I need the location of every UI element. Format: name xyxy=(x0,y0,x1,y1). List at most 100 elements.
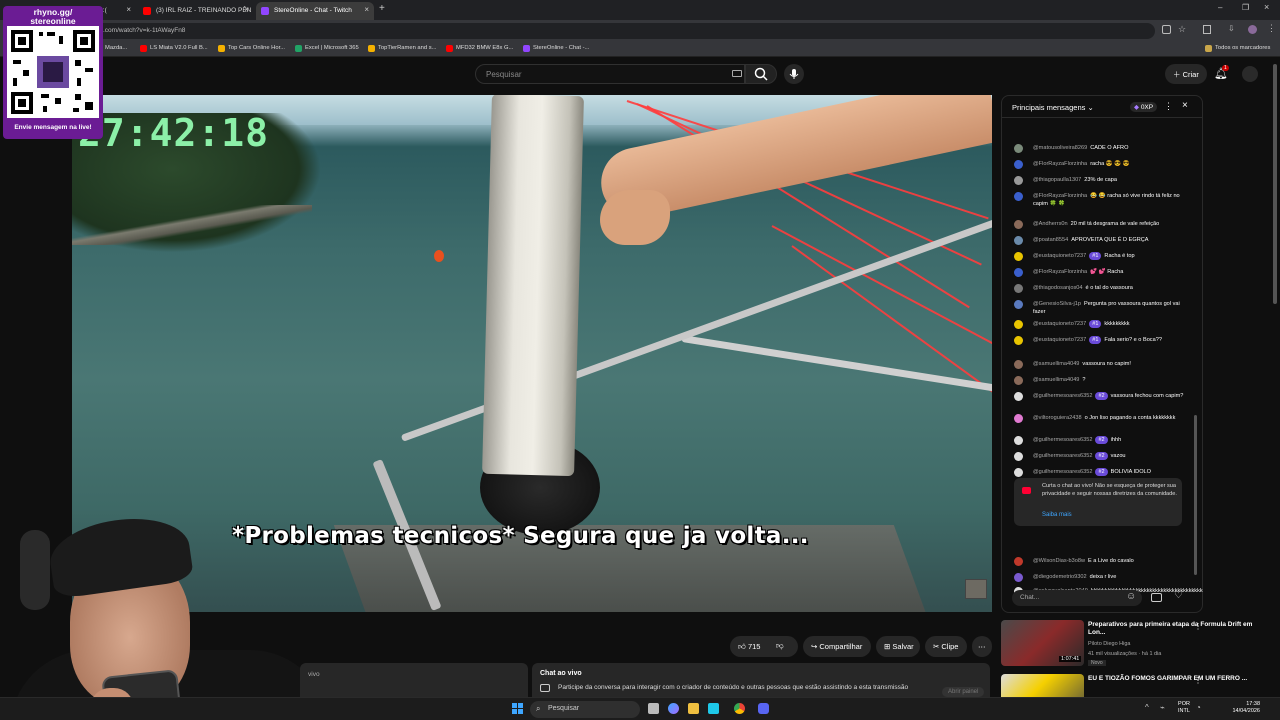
search-input[interactable]: Pesquisar xyxy=(475,64,745,84)
chat-author-name[interactable]: @eustaquioneto7237 xyxy=(1033,321,1086,327)
user-avatar[interactable] xyxy=(1242,66,1258,82)
chat-author-name[interactable]: @eustaquioneto7237 xyxy=(1033,337,1086,343)
page-scrollbar[interactable] xyxy=(1273,64,1277,304)
browser-menu-icon[interactable]: ⋮ xyxy=(1267,23,1276,34)
extensions-icon[interactable] xyxy=(1203,25,1211,34)
discord-icon[interactable] xyxy=(758,703,769,714)
chat-author-avatar[interactable] xyxy=(1014,160,1023,169)
chat-author-avatar[interactable] xyxy=(1014,236,1023,245)
chat-author-avatar[interactable] xyxy=(1014,436,1023,445)
video-options-icon[interactable]: ⋮ xyxy=(1194,676,1202,685)
chat-author-avatar[interactable] xyxy=(1014,573,1023,582)
suggested-video[interactable]: 1:07:41 Preparativos para primeira etapa… xyxy=(1001,620,1271,670)
chat-author-avatar[interactable] xyxy=(1014,336,1023,345)
wifi-icon[interactable]: ◔ xyxy=(1196,703,1201,712)
bookmark-star-icon[interactable]: ☆ xyxy=(1178,24,1186,35)
chat-author-avatar[interactable] xyxy=(1014,252,1023,261)
chat-author-name[interactable]: @poatan8554 xyxy=(1033,237,1068,243)
thumbs-down-icon[interactable]: 👎︎ xyxy=(776,641,784,651)
close-chat-icon[interactable]: × xyxy=(1182,100,1188,111)
browser-tab-3[interactable]: StereOnline - Chat - Twitch × xyxy=(256,2,374,20)
voice-search-button[interactable] xyxy=(784,64,804,84)
chat-author-avatar[interactable] xyxy=(1014,268,1023,277)
downloads-icon[interactable]: ⇩ xyxy=(1228,24,1235,33)
suggested-video[interactable]: EU E TIOZÃO FOMOS GARIMPAR EM UM FERRO .… xyxy=(1001,674,1271,698)
chat-mode-dropdown[interactable]: Principais mensagens ⌄ xyxy=(1012,103,1094,112)
super-chat-icon[interactable] xyxy=(1151,593,1162,602)
copilot-icon[interactable] xyxy=(668,703,679,714)
bookmark-item[interactable]: TopTierRamen and s... xyxy=(368,45,436,52)
edge-icon[interactable] xyxy=(708,703,719,714)
more-actions-button[interactable]: ⋯ xyxy=(972,636,992,657)
chat-author-avatar[interactable] xyxy=(1014,144,1023,153)
chat-author-name[interactable]: @guilhermesoares6352 xyxy=(1033,437,1092,443)
chat-author-avatar[interactable] xyxy=(1014,320,1023,329)
chat-author-name[interactable]: @diegodemetrio9302 xyxy=(1033,574,1087,580)
bookmark-item[interactable]: LS Miata V2.0 Full B... xyxy=(140,45,208,52)
search-button[interactable] xyxy=(745,64,777,84)
chat-author-avatar[interactable] xyxy=(1014,468,1023,477)
bookmark-item[interactable]: Top Cars Online Hor... xyxy=(218,45,285,52)
emoji-icon[interactable]: ☺ xyxy=(1126,591,1136,602)
video-options-icon[interactable]: ⋮ xyxy=(1194,622,1202,631)
chat-author-name[interactable]: @viltoroguiera2438 xyxy=(1033,415,1082,421)
close-tab-icon[interactable]: × xyxy=(126,5,131,14)
chat-author-avatar[interactable] xyxy=(1014,376,1023,385)
network-icon[interactable]: ⌁ xyxy=(1160,703,1165,712)
input-language[interactable]: POR INTL xyxy=(1176,701,1192,715)
browser-tab-2[interactable]: (3) IRL RAIZ - TREINANDO PÊN × xyxy=(138,2,254,20)
heart-icon[interactable]: ♡ xyxy=(1174,590,1183,601)
chat-author-name[interactable]: @FlorRayzaFlorzinha xyxy=(1033,193,1087,199)
chat-author-name[interactable]: @guilhermesoares6352 xyxy=(1033,453,1092,459)
bookmark-item[interactable]: Excel | Microsoft 365 xyxy=(295,45,359,52)
taskbar-clock[interactable]: 17:38 14/04/2026 xyxy=(1212,701,1260,715)
chat-author-name[interactable]: @eustaquioneto7237 xyxy=(1033,253,1086,259)
learn-more-link[interactable]: Saiba mais xyxy=(1042,512,1072,518)
chat-author-avatar[interactable] xyxy=(1014,392,1023,401)
open-chat-panel-button[interactable]: Abrir painel xyxy=(942,687,985,697)
like-button[interactable]: 👍︎ 715 👎︎ xyxy=(730,636,798,657)
chat-author-avatar[interactable] xyxy=(1014,284,1023,293)
chat-author-name[interactable]: @guilhermesoares6352 xyxy=(1033,393,1092,399)
chat-author-name[interactable]: @matousoliveira8269 xyxy=(1033,145,1087,151)
keyboard-icon[interactable] xyxy=(732,70,742,77)
bookmark-item[interactable]: StereOnline - Chat -... xyxy=(523,45,589,52)
chat-scrollbar[interactable] xyxy=(1194,415,1197,575)
cast-icon[interactable] xyxy=(1162,25,1171,34)
chat-author-name[interactable]: @Andherrs0n xyxy=(1033,221,1068,227)
task-view-icon[interactable] xyxy=(648,703,659,714)
clip-button[interactable]: ✂ Clipe xyxy=(925,636,967,657)
all-bookmarks-folder[interactable]: Todos os marcadores xyxy=(1205,45,1270,52)
profile-avatar[interactable] xyxy=(1248,25,1257,34)
chat-author-avatar[interactable] xyxy=(1014,192,1023,201)
chrome-icon[interactable] xyxy=(734,703,745,714)
chat-author-name[interactable]: @WilsonDias-b3o8w xyxy=(1033,558,1085,564)
chat-author-name[interactable]: @samuellima4049 xyxy=(1033,377,1079,383)
chat-author-name[interactable]: @thiagodosanjos04 xyxy=(1033,285,1083,291)
chat-author-avatar[interactable] xyxy=(1014,452,1023,461)
chat-author-avatar[interactable] xyxy=(1014,414,1023,423)
share-button[interactable]: ↪ Compartilhar xyxy=(803,636,871,657)
tray-chevron-icon[interactable]: ^ xyxy=(1145,703,1149,712)
new-tab-button[interactable]: + xyxy=(379,3,385,14)
chat-options-icon[interactable]: ⋮ xyxy=(1164,101,1173,112)
windows-start-icon[interactable] xyxy=(512,703,523,714)
chat-author-avatar[interactable] xyxy=(1014,220,1023,229)
chat-author-avatar[interactable] xyxy=(1014,300,1023,309)
taskbar-search[interactable]: ⌕ Pesquisar xyxy=(530,701,640,718)
bookmark-item[interactable]: MFD32 BMW E8x G... xyxy=(446,45,513,52)
close-tab-icon[interactable]: × xyxy=(364,5,369,14)
chat-author-name[interactable]: @FlorRayzaFlorzinha xyxy=(1033,161,1087,167)
minimize-icon[interactable]: – xyxy=(1218,3,1222,12)
close-tab-icon[interactable]: × xyxy=(244,5,249,14)
chat-author-avatar[interactable] xyxy=(1014,176,1023,185)
chat-author-name[interactable]: @guilhermesoares6352 xyxy=(1033,469,1092,475)
create-button[interactable]: ＋ Criar xyxy=(1165,64,1207,84)
chat-author-name[interactable]: @samuellima4049 xyxy=(1033,361,1079,367)
chat-author-name[interactable]: @GenesioSilva-j1p xyxy=(1033,301,1081,307)
close-window-icon[interactable]: × xyxy=(1264,2,1269,12)
url-field[interactable]: .com/watch?v=k-1tAWayFn8 xyxy=(95,23,1155,39)
save-button[interactable]: ⊞ Salvar xyxy=(876,636,920,657)
chat-author-name[interactable]: @FlorRayzaFlorzinha xyxy=(1033,269,1087,275)
chat-author-avatar[interactable] xyxy=(1014,360,1023,369)
